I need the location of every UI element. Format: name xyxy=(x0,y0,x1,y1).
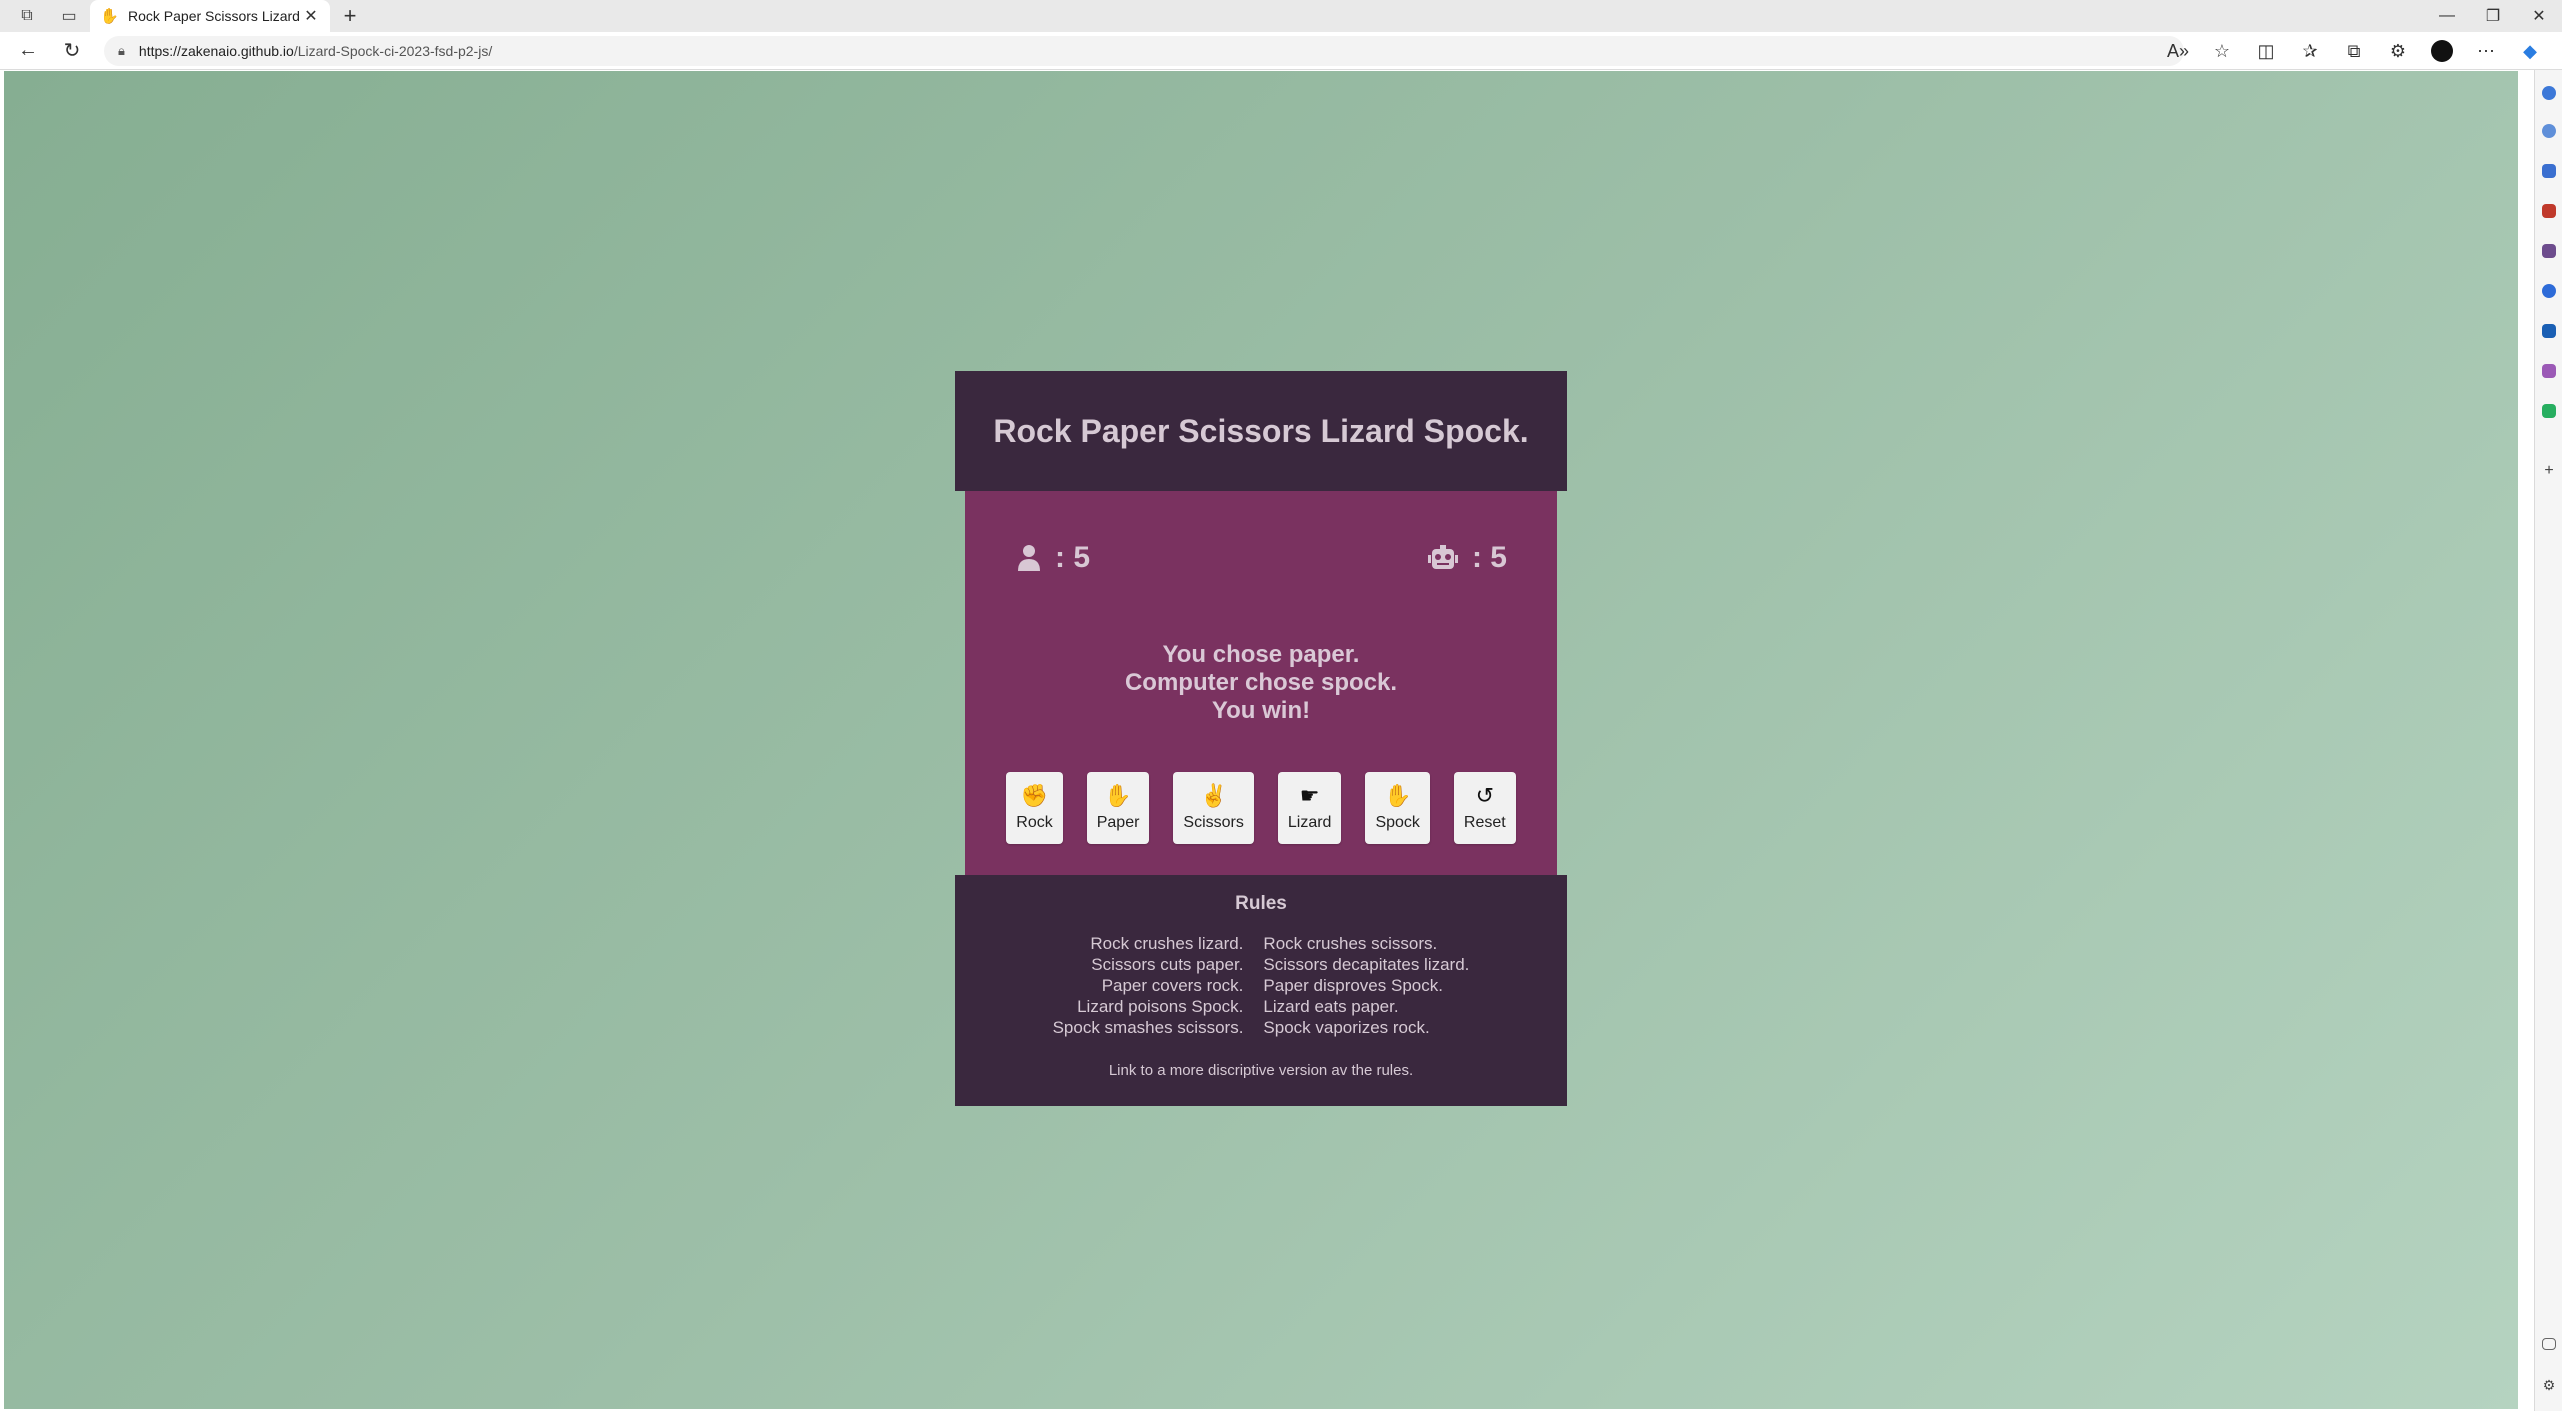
computer-score-value: : 5 xyxy=(1471,541,1507,574)
settings-icon[interactable]: ⚙ xyxy=(2542,1378,2556,1392)
game-title: Rock Paper Scissors Lizard Spock. xyxy=(993,412,1529,449)
rules-link[interactable]: Link to a more discriptive version av th… xyxy=(955,1062,1567,1079)
restore-icon[interactable]: ❐ xyxy=(2470,0,2516,32)
microsoft-365-icon[interactable] xyxy=(2542,284,2556,298)
new-tab-icon[interactable]: + xyxy=(336,2,364,30)
rule-item: Spock vaporizes rock. xyxy=(1263,1018,1430,1037)
more-menu-icon[interactable]: ⋯ xyxy=(2464,41,2508,62)
refresh-icon[interactable]: ↻ xyxy=(52,33,92,69)
spock-button[interactable]: ✋ Spock xyxy=(1365,772,1430,844)
back-icon[interactable]: ← xyxy=(8,33,48,69)
rule-item: Scissors cuts paper. xyxy=(1091,955,1244,974)
collections-icon[interactable]: ⧉ xyxy=(2332,41,2376,62)
url-host: https://zakenaio.github.io xyxy=(138,43,294,59)
drop-icon[interactable] xyxy=(2542,404,2556,418)
tab-title: Rock Paper Scissors Lizard Spock xyxy=(128,8,302,24)
player-score-value: : 5 xyxy=(1055,541,1091,574)
games-icon[interactable] xyxy=(2542,244,2556,258)
hand-lizard-icon: ☛ xyxy=(1299,783,1320,808)
add-sidebar-icon[interactable]: + xyxy=(2542,463,2556,479)
game-board: : 5 : 5 You chose paper. Computer chose … xyxy=(965,491,1557,875)
robot-icon xyxy=(1427,545,1458,569)
result-message: You chose paper. Computer chose spock. Y… xyxy=(965,641,1557,725)
hand-scissors-icon: ✌ xyxy=(1199,783,1228,808)
favorites-icon[interactable]: ✰ xyxy=(2288,41,2332,62)
hand-rock-icon: ✊ xyxy=(1020,783,1049,808)
spock-button-label: Spock xyxy=(1375,814,1420,831)
player-choice-text: You chose paper. xyxy=(1162,641,1360,668)
player-score: : 5 xyxy=(1017,541,1090,575)
extensions-icon[interactable]: ⚙ xyxy=(2376,41,2420,62)
sidebar-toggle-icon[interactable] xyxy=(2542,1338,2556,1350)
favorite-star-icon[interactable]: ☆ xyxy=(2200,41,2244,62)
rule-item: Scissors decapitates lizard. xyxy=(1263,955,1470,974)
page-background: Rock Paper Scissors Lizard Spock. : 5: … xyxy=(4,71,2518,1409)
rule-item: Spock smashes scissors. xyxy=(1052,1018,1244,1037)
profile-avatar[interactable] xyxy=(2431,40,2453,62)
rule-item: Lizard poisons Spock. xyxy=(1077,997,1244,1016)
tab-actions-icon[interactable]: ▭ xyxy=(54,1,84,31)
close-window-icon[interactable]: ✕ xyxy=(2516,0,2562,32)
rule-item: Lizard eats paper. xyxy=(1263,997,1399,1016)
rules-column-right: Rock crushes scissors. Scissors decapita… xyxy=(1263,933,1469,1038)
rule-item: Paper covers rock. xyxy=(1101,976,1244,995)
lock-icon: 🔒︎ xyxy=(118,43,125,58)
rules-section: Rules Rock crushes lizard. Scissors cuts… xyxy=(955,875,1567,1106)
game-container: Rock Paper Scissors Lizard Spock. : 5: … xyxy=(955,371,1567,1106)
url-path: /Lizard-Spock-ci-2023-fsd-p2-js/ xyxy=(293,43,493,59)
rule-item: Rock crushes lizard. xyxy=(1090,934,1244,953)
browser-tab[interactable]: ✋ Rock Paper Scissors Lizard Spock ✕ xyxy=(90,0,330,32)
toolbar-right: A» ☆ ◫ ✰ ⧉ ⚙ ⋯ ◆ xyxy=(2156,32,2552,70)
shopping-icon[interactable] xyxy=(2542,164,2556,178)
hand-spock-icon: ✋ xyxy=(1383,783,1412,808)
split-screen-icon[interactable]: ◫ xyxy=(2244,41,2288,62)
copilot-icon[interactable]: ◆ xyxy=(2508,41,2552,62)
rules-column-left: Rock crushes lizard. Scissors cuts paper… xyxy=(1053,933,1244,1038)
outlook-icon[interactable] xyxy=(2542,324,2556,338)
minimize-icon[interactable]: — xyxy=(2424,0,2470,32)
scissors-button-label: Scissors xyxy=(1183,814,1244,831)
reset-button[interactable]: ↺ Reset xyxy=(1453,772,1516,844)
computer-score: : 5 xyxy=(1427,541,1507,575)
paper-button[interactable]: ✋ Paper xyxy=(1086,772,1150,844)
reset-button-label: Reset xyxy=(1463,814,1506,831)
read-aloud-icon[interactable]: A» xyxy=(2156,41,2200,62)
outcome-text: You win! xyxy=(1211,697,1311,724)
search-icon[interactable] xyxy=(2542,124,2556,138)
window-controls: — ❐ ✕ xyxy=(2424,0,2562,32)
lizard-button-label: Lizard xyxy=(1287,814,1332,831)
browser-side-panel: + ⚙ xyxy=(2534,70,2562,1411)
rock-button[interactable]: ✊ Rock xyxy=(1006,772,1063,844)
close-tab-icon[interactable]: ✕ xyxy=(302,6,320,26)
reset-icon: ↺ xyxy=(1475,783,1495,808)
browser-tab-bar: ⧉ ▭ ✋ Rock Paper Scissors Lizard Spock ✕… xyxy=(0,0,2562,32)
rule-item: Rock crushes scissors. xyxy=(1263,934,1438,953)
user-icon xyxy=(1018,545,1040,571)
scissors-button[interactable]: ✌ Scissors xyxy=(1173,772,1254,844)
designer-icon[interactable] xyxy=(2542,364,2556,378)
choice-buttons: ✊ Rock ✋ Paper ✌ Scissors ☛ Lizard ✋ Spo… xyxy=(965,772,1557,844)
rules-list: Rock crushes lizard. Scissors cuts paper… xyxy=(955,933,1567,1038)
game-header: Rock Paper Scissors Lizard Spock. xyxy=(955,371,1567,491)
tools-icon[interactable] xyxy=(2542,204,2556,218)
address-toolbar: ← ↻ 🔒︎ https://zakenaio.github.io/Lizard… xyxy=(0,32,2562,70)
spock-favicon-icon: ✋ xyxy=(100,8,119,25)
paper-button-label: Paper xyxy=(1096,814,1140,831)
hand-paper-icon: ✋ xyxy=(1104,783,1132,808)
notifications-icon[interactable] xyxy=(2542,86,2556,100)
workspaces-icon[interactable]: ⧉ xyxy=(12,1,42,31)
url-field[interactable]: 🔒︎ https://zakenaio.github.io/Lizard-Spo… xyxy=(104,36,2184,66)
computer-choice-text: Computer chose spock. xyxy=(1124,669,1398,696)
rule-item: Paper disproves Spock. xyxy=(1263,976,1443,995)
lizard-button[interactable]: ☛ Lizard xyxy=(1277,772,1342,844)
rules-heading: Rules xyxy=(1235,893,1287,914)
rock-button-label: Rock xyxy=(1016,814,1053,831)
